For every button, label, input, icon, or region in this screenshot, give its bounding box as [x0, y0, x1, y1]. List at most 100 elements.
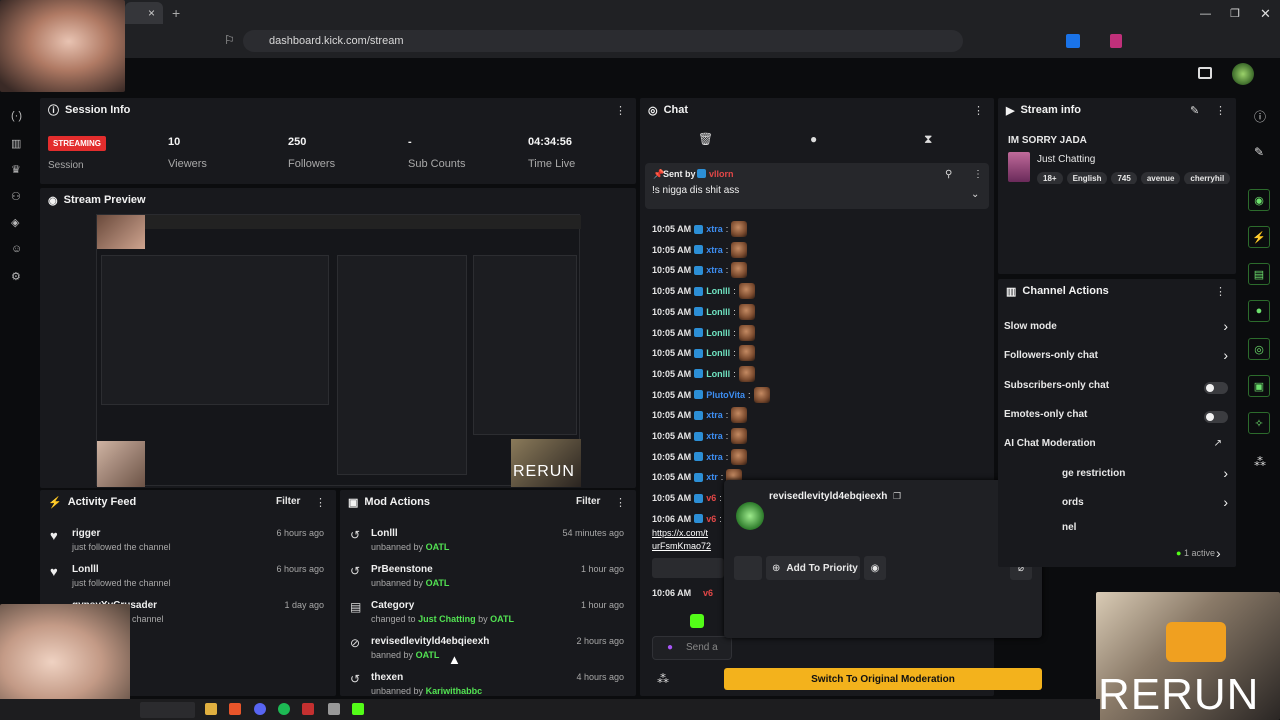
chat-message[interactable]: 10:05 AM xtra: — [652, 426, 748, 446]
bookmark-icon[interactable]: ⚐ — [224, 33, 235, 47]
channel-action-item[interactable]: ge restriction › — [1004, 465, 1228, 484]
activity-filter-button[interactable]: Filter — [276, 496, 300, 507]
stream-icon[interactable] — [1198, 67, 1212, 79]
chat-message[interactable]: 10:05 AM xtra: — [652, 405, 748, 425]
chevron-right-icon[interactable]: › — [1223, 494, 1228, 510]
broadcast-rail-button[interactable]: ◎ — [1248, 338, 1270, 360]
users-icon[interactable]: ⚇ — [11, 190, 21, 203]
chevron-right-icon[interactable]: › — [1223, 465, 1228, 481]
switch-moderation-button[interactable]: Switch To Original Moderation — [724, 668, 1042, 690]
chat-message[interactable]: 10:05 AM xtra: — [652, 219, 748, 239]
channel-action-item[interactable]: ords › — [1004, 494, 1228, 513]
doc-rail-button[interactable]: ▤ — [1248, 263, 1270, 285]
chat-message[interactable]: 10:05 AM Lonlll: — [652, 323, 755, 343]
chat-user[interactable]: xtra — [706, 265, 723, 275]
table-row[interactable]: ⊘ revisedlevityld4ebqieexh banned by OAT… — [340, 634, 636, 670]
channel-action-item[interactable]: AI Chat Moderation ↗ — [1004, 438, 1228, 454]
chat-user[interactable]: v6 — [706, 493, 716, 503]
chat-rail-button[interactable]: ● — [1248, 300, 1270, 322]
close-tab-icon[interactable]: × — [148, 6, 155, 20]
list-item[interactable]: ♥ rigger just followed the channel 6 hou… — [40, 526, 336, 562]
preview-rail-button[interactable]: ◉ — [1248, 189, 1270, 211]
broadcast-icon[interactable]: (·) — [11, 110, 22, 122]
minimize-icon[interactable]: — — [1200, 8, 1211, 20]
chat-user[interactable]: xtr — [706, 472, 718, 482]
kick-taskbar-icon[interactable] — [352, 703, 364, 715]
chat-message[interactable]: 10:05 AM Lonlll: — [652, 281, 755, 301]
chat-user[interactable]: v6 — [706, 514, 716, 524]
extension-icon[interactable] — [1110, 34, 1122, 48]
chevron-right-icon[interactable]: › — [1223, 347, 1228, 363]
chat-user[interactable]: xtra — [706, 431, 723, 441]
chat-user[interactable]: xtra — [706, 452, 723, 462]
copy-icon[interactable]: ❐ — [893, 491, 901, 502]
taskbar-search[interactable] — [140, 702, 195, 718]
more-rail-icon[interactable]: ⁂ — [1254, 455, 1266, 469]
chevron-right-icon[interactable]: › — [1223, 318, 1228, 334]
table-row[interactable]: ↺ PrBeenstone unbanned by OATL 1 hour ag… — [340, 562, 636, 598]
list-item[interactable]: ♥ Lonlll just followed the channel 6 hou… — [40, 562, 336, 598]
folder-taskbar-icon[interactable] — [205, 703, 217, 715]
new-tab-icon[interactable]: + — [172, 5, 180, 21]
pinned-message[interactable]: 📌 Sent by vllorn !s nigga dis shit ass ⚲… — [645, 163, 989, 209]
table-row[interactable]: ↺ Lonlll unbanned by OATL 54 minutes ago — [340, 526, 636, 562]
channel-action-item[interactable]: Slow mode › — [1004, 318, 1228, 337]
chevron-down-icon[interactable]: ⌄ — [971, 189, 979, 200]
chat-message[interactable]: 10:05 AM Lonlll: — [652, 343, 755, 363]
chat-message[interactable]: 10:05 AM xtra: — [652, 260, 748, 280]
external-link-icon[interactable]: ↗ — [1214, 438, 1222, 449]
mod-menu-icon[interactable]: ⋮ — [615, 496, 626, 509]
chart-icon[interactable]: ▥ — [11, 137, 21, 150]
message-icon[interactable]: ● — [810, 132, 817, 146]
add-to-priority-button[interactable]: ⊕ Add To Priority — [766, 556, 860, 580]
chat-user[interactable]: xtra — [706, 245, 723, 255]
chat-message[interactable]: 10:05 AM Lonlll: — [652, 302, 755, 322]
chat-user[interactable]: Lonlll — [706, 286, 730, 296]
channel-action-item[interactable]: Emotes-only chat — [1004, 409, 1228, 425]
address-bar[interactable]: dashboard.kick.com/stream — [243, 30, 963, 52]
chat-link-cont[interactable]: urFsmKmao72 — [652, 541, 711, 551]
browser-tab[interactable] — [125, 2, 163, 24]
chat-input[interactable]: ● Send a — [652, 636, 732, 660]
mic-icon[interactable]: ● — [667, 642, 673, 653]
activity-menu-icon[interactable]: ⋮ — [315, 496, 326, 509]
channel-actions-menu-icon[interactable]: ⋮ — [1215, 285, 1226, 298]
restore-icon[interactable]: ❐ — [1230, 7, 1240, 20]
chat-user[interactable]: PlutoVita — [706, 390, 745, 400]
chat-message[interactable]: 10:05 AM PlutoVita: — [652, 385, 770, 405]
chat-settings-icon[interactable]: ⁂ — [657, 672, 669, 686]
wrench-rail-button[interactable]: ✧ — [1248, 412, 1270, 434]
window-close-icon[interactable]: ✕ — [1260, 6, 1271, 22]
chat-user[interactable]: Lonlll — [706, 307, 730, 317]
trophy-icon[interactable]: ♛ — [11, 163, 21, 176]
mod-rail-button[interactable]: ▣ — [1248, 375, 1270, 397]
discord-taskbar-icon[interactable] — [254, 703, 266, 715]
chat-message[interactable]: 10:05 AM Lonlll: — [652, 364, 755, 384]
chat-user[interactable]: Lonlll — [706, 328, 730, 338]
channel-action-item[interactable]: Subscribers-only chat — [1004, 380, 1228, 396]
toggle-switch[interactable] — [1204, 411, 1228, 423]
chat-user[interactable]: xtra — [706, 410, 723, 420]
stream-info-menu-icon[interactable]: ⋮ — [1215, 104, 1226, 117]
preview-video[interactable]: RERUN — [96, 214, 581, 487]
chat-user[interactable]: Lonlll — [706, 369, 730, 379]
app-taskbar-icon[interactable] — [302, 703, 314, 715]
toggle-switch[interactable] — [1204, 382, 1228, 394]
pinned-menu-icon[interactable]: ⋮ — [973, 169, 983, 180]
info-rail-icon[interactable]: ⓘ — [1254, 108, 1266, 125]
settings-icon[interactable]: ⚙ — [11, 270, 21, 283]
channel-action-item[interactable]: nel — [1004, 522, 1228, 538]
chevron-right-icon[interactable]: › — [1216, 545, 1221, 561]
chat-user[interactable]: Lonlll — [706, 348, 730, 358]
bolt-rail-button[interactable]: ⚡ — [1248, 226, 1270, 248]
chat-menu-icon[interactable]: ⋮ — [973, 104, 984, 117]
community-icon[interactable]: ☺ — [11, 243, 22, 255]
chat-user[interactable]: xtra — [706, 224, 723, 234]
chat-message[interactable]: 10:05 AM xtra: — [652, 240, 748, 260]
pencil-icon[interactable]: ✎ — [1254, 145, 1264, 159]
edit-icon[interactable]: ✎ — [1190, 104, 1199, 117]
mod-filter-button[interactable]: Filter — [576, 496, 600, 507]
eye-icon[interactable]: ◉ — [864, 556, 886, 580]
browser-taskbar-icon[interactable] — [229, 703, 241, 715]
avatar[interactable] — [1232, 63, 1254, 85]
